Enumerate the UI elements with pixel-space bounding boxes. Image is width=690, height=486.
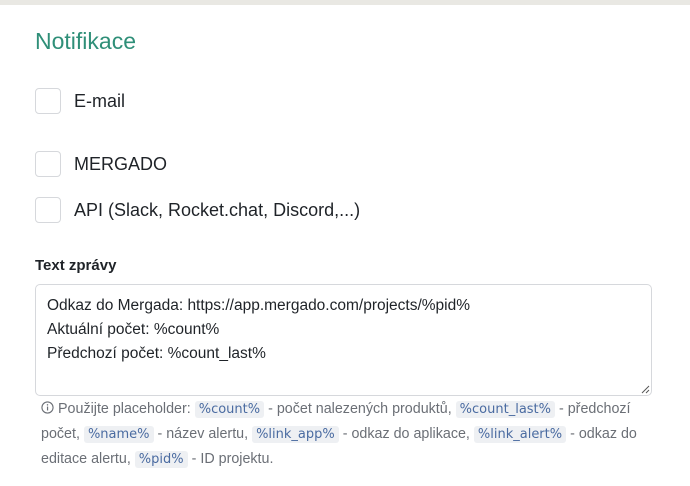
api-label: API (Slack, Rocket.chat, Discord,...) bbox=[74, 199, 361, 220]
section-title: Notifikace bbox=[35, 28, 136, 54]
desc-name: - název alertu, bbox=[157, 426, 249, 442]
desc-count: - počet nalezených produktů, bbox=[268, 401, 452, 417]
message-textarea[interactable]: Odkaz do Mergada: https://app.mergado.co… bbox=[35, 284, 652, 396]
email-checkbox[interactable] bbox=[35, 88, 61, 114]
checkbox-row-email[interactable]: E-mail bbox=[35, 88, 125, 114]
help-intro: Použijte placeholder: bbox=[58, 401, 191, 417]
checkbox-row-mergado[interactable]: MERGADO bbox=[35, 151, 167, 177]
placeholder-name: %name% bbox=[83, 426, 154, 443]
placeholder-link-alert: %link_alert% bbox=[473, 426, 567, 443]
checkbox-row-api[interactable]: API (Slack, Rocket.chat, Discord,...) bbox=[35, 197, 360, 223]
resize-handle-icon[interactable] bbox=[641, 385, 650, 394]
placeholder-pid: %pid% bbox=[134, 451, 188, 468]
placeholder-count-last: %count_last% bbox=[455, 401, 556, 418]
info-icon bbox=[41, 401, 54, 414]
placeholder-help: Použijte placeholder: %count% - počet na… bbox=[41, 397, 661, 472]
email-label: E-mail bbox=[74, 90, 126, 111]
placeholder-link-app: %link_app% bbox=[252, 426, 339, 443]
mergado-label: MERGADO bbox=[74, 153, 168, 174]
top-border bbox=[0, 0, 690, 5]
api-checkbox[interactable] bbox=[35, 197, 61, 223]
desc-pid: - ID projektu. bbox=[191, 451, 274, 467]
message-field-label: Text zprávy bbox=[35, 257, 117, 274]
desc-link-app: - odkaz do aplikace, bbox=[342, 426, 470, 442]
placeholder-count: %count% bbox=[194, 401, 265, 418]
mergado-checkbox[interactable] bbox=[35, 151, 61, 177]
